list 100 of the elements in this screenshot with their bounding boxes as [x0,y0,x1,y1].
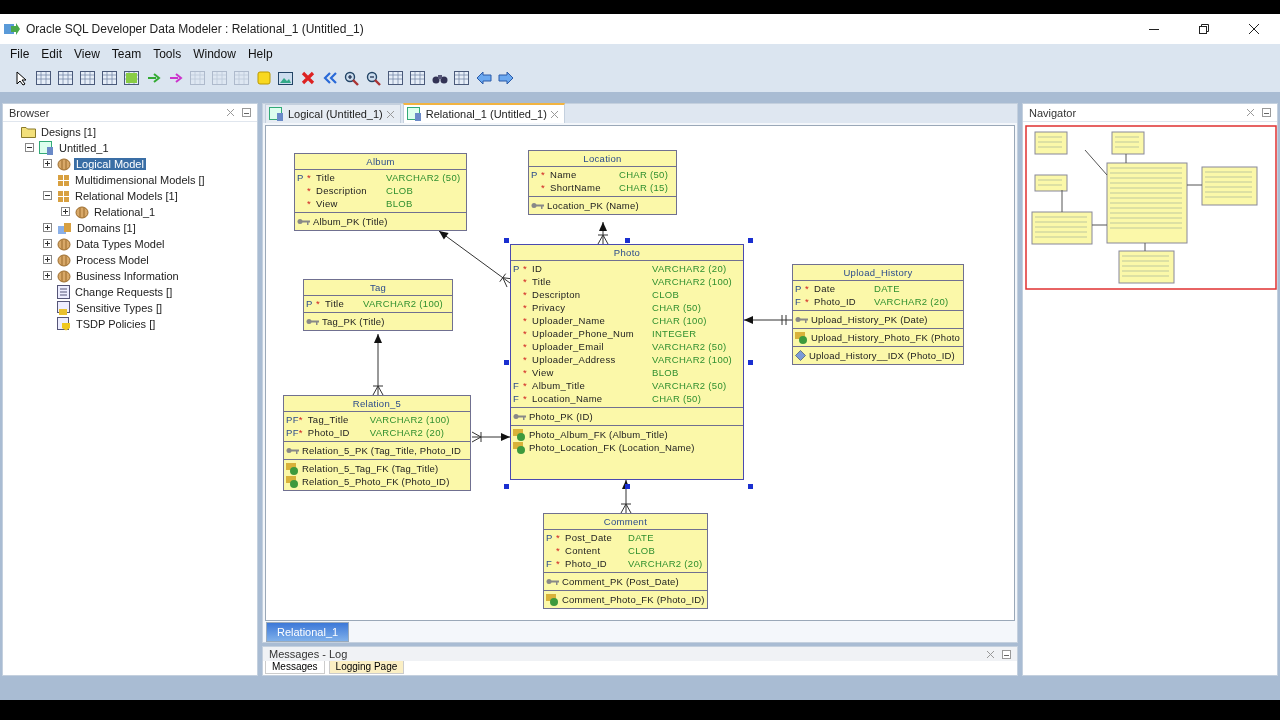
mandatory-mark: * [523,327,528,340]
expand-icon[interactable] [61,206,70,216]
tree-item[interactable]: Relational Models [1] [73,190,180,202]
column-type: VARCHAR2 (20) [369,426,446,439]
tree-item[interactable]: Data Types Model [74,238,167,250]
expand-icon[interactable] [43,238,52,248]
key-flag-label: P [513,262,521,275]
design-icon [406,107,422,121]
menu-item[interactable]: Help [241,47,279,61]
cube-icon [75,205,89,219]
menu-item[interactable]: View [68,47,106,61]
column-name: ID [532,262,544,275]
editor-tab[interactable]: Relational_1 (Untitled_1) [402,103,565,123]
key-label: Relation_5_PK (Tag_Title, Photo_ID [302,445,462,456]
relationship-connector[interactable] [471,431,511,443]
minimize-icon[interactable] [1002,649,1011,659]
table-entity[interactable]: Tag P * Title VARCHAR2 (100) Tag_PK (Title) [303,279,453,331]
selection-handle[interactable] [747,484,753,489]
list-icon [57,285,70,299]
selection-handle[interactable] [504,238,510,243]
expand-icon[interactable] [43,254,52,264]
minimize-icon[interactable] [1262,108,1271,117]
column-type: CLOB [386,184,415,197]
key-flag-label: F [513,379,521,392]
close-icon[interactable] [227,109,234,116]
tree-item[interactable]: Business Information [74,270,181,282]
close-icon[interactable] [550,110,558,118]
table-name: Relation_5 [284,396,470,412]
column-name: Privacy [532,301,567,314]
grid-icon [57,173,70,187]
relationship-connector[interactable] [597,221,609,245]
column-name: Uploader_Email [532,340,605,353]
selection-handle[interactable] [747,238,753,243]
cube-icon [57,157,71,171]
column-name: Photo_ID [565,557,608,570]
mandatory-mark: * [298,426,304,439]
tree-item[interactable]: Change Requests [] [73,286,175,298]
mandatory-mark: * [556,544,561,557]
table-entity[interactable]: Relation_5 PF* Tag_Title VARCHAR2 (100) PF* Photo_ID VARCHAR2 (20) Relation_5_PK (Tag_Title, Photo_ID Relation_5_Tag_FK (Tag_Title) Relation_5_Photo_FK (Photo_ID) [283,395,471,491]
selection-handle[interactable] [625,238,630,243]
design-icon [39,141,54,155]
tree-item[interactable]: Domains [1] [75,222,138,234]
key-icon [513,412,526,421]
design-icon [269,107,284,121]
selection-handle[interactable] [504,360,510,365]
table-entity[interactable]: Album P * Title VARCHAR2 (50) * Description CLOB * View BLOB Album_PK (Title) [294,153,467,231]
foreign-key-icon [795,331,808,344]
log-tab[interactable]: Messages [265,661,325,674]
expand-icon[interactable] [43,222,52,232]
selection-handle[interactable] [504,484,510,489]
selection-handle[interactable] [625,484,630,489]
tree-item[interactable]: Relational_1 [92,206,158,218]
tree-item[interactable]: Logical Model [74,158,146,170]
tree-item[interactable]: Process Model [74,254,151,266]
close-icon[interactable] [1247,109,1254,116]
tree-item[interactable]: Sensitive Types [] [74,302,164,314]
table-entity[interactable]: Location P * Name CHAR (50) * ShortName CHAR (15) Location_PK (Name) [528,150,677,215]
key-label: Comment_PK (Post_Date) [562,576,679,587]
collapse-icon[interactable] [43,190,52,200]
key-flag-label: P [795,282,803,295]
folder-icon [21,126,36,138]
column-type: VARCHAR2 (100) [652,275,733,288]
mandatory-mark: * [523,366,528,379]
relationship-connector[interactable] [372,333,384,396]
collapse-icon[interactable] [25,142,34,152]
menu-item[interactable]: Edit [35,47,69,61]
table-entity[interactable]: Comment P * Post_Date DATE * Content CLOB F * Photo_ID VARCHAR2 (20) Comment_PK (Post_Date) Comment_Photo_FK (Photo_ID) [543,513,708,609]
mandatory-mark: * [523,340,528,353]
expand-icon[interactable] [43,270,52,280]
table-entity[interactable]: Upload_History P * Date DATE F * Photo_ID VARCHAR2 (20) Upload_History_PK (Date) Upload_History_Photo_FK (Photo Upload_History__IDX (Photo_ID) [792,264,964,365]
column-name: Post_Date [565,531,614,544]
tree-item[interactable]: Untitled_1 [57,142,111,154]
key-label: Photo_Album_FK (Album_Title) [529,429,668,440]
key-label: Relation_5_Photo_FK (Photo_ID) [302,476,450,487]
menu-item[interactable]: Window [187,47,242,61]
expand-icon[interactable] [43,158,52,168]
column-name: Photo_ID [814,295,857,308]
column-type: CHAR (50) [652,301,703,314]
close-icon[interactable] [987,650,994,658]
tree-item[interactable]: Multidimensional Models [] [73,174,207,186]
log-tab[interactable]: Logging Page [328,661,405,674]
key-label: Upload_History_Photo_FK (Photo [811,332,961,343]
cube-icon [57,237,71,251]
window-title: Oracle SQL Developer Data Modeler : Relational_1 (Untitled_1) [26,22,364,36]
selection-handle[interactable] [747,360,753,365]
editor-tab[interactable]: Logical (Untitled_1) [265,104,401,123]
relationship-connector[interactable] [743,314,793,326]
table-name: Album [295,154,466,170]
minimize-icon[interactable] [242,108,251,117]
mandatory-mark: * [523,353,528,366]
column-type: VARCHAR2 (50) [652,340,728,353]
menu-item[interactable]: Tools [147,47,188,61]
menu-item[interactable]: File [4,47,36,61]
tree-item[interactable]: Designs [1] [39,126,99,138]
menu-item[interactable]: Team [105,47,148,61]
domain-icon [57,221,72,235]
column-type: CHAR (100) [652,314,708,327]
tree-item[interactable]: TSDP Policies [] [74,318,158,330]
key-label: Photo_PK (ID) [529,411,593,422]
note-icon [256,71,271,85]
